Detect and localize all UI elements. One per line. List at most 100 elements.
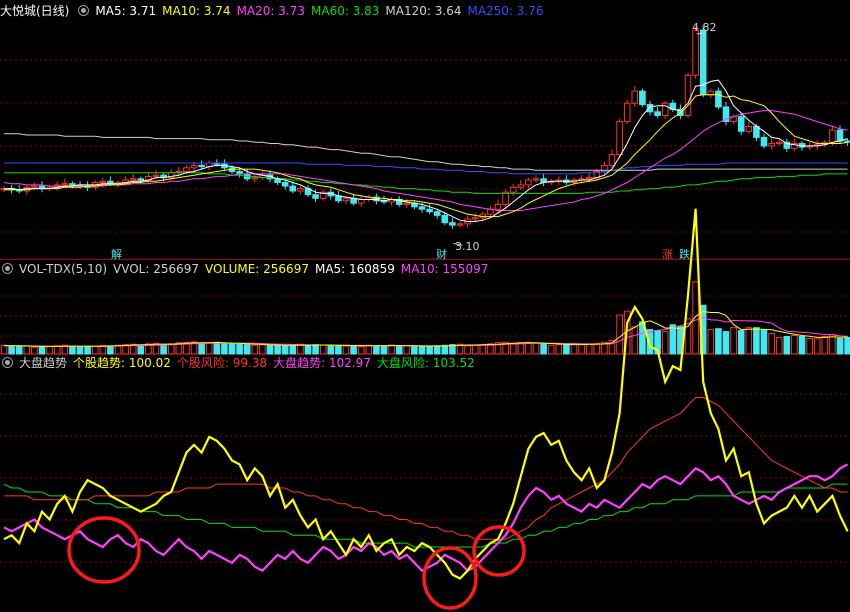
candle-body xyxy=(441,214,449,224)
event-marker-die[interactable]: 跌 xyxy=(679,246,690,262)
volume-bar xyxy=(137,344,145,355)
volume-bar xyxy=(753,327,760,355)
settings-dot-icon[interactable] xyxy=(78,5,90,16)
event-marker-jie[interactable]: 解 xyxy=(111,246,122,262)
volume-bar xyxy=(730,327,737,355)
volume-bar xyxy=(806,337,813,355)
volume-label: VOLUME: 256697 xyxy=(205,262,309,276)
volume-bar xyxy=(585,343,593,355)
volume-bar xyxy=(53,345,61,355)
volume-bar xyxy=(198,342,205,355)
high-price-label: 4.82 xyxy=(692,21,717,34)
volume-bar xyxy=(0,344,8,355)
candle-body xyxy=(494,203,502,210)
candle-body xyxy=(342,197,350,202)
volume-bar xyxy=(692,281,699,355)
candle-body xyxy=(61,183,69,186)
ma20-label: MA20: 3.73 xyxy=(236,4,305,18)
market-trend-line xyxy=(3,463,849,573)
ma250-label: MA250: 3.76 xyxy=(467,4,544,18)
volume-bar xyxy=(479,344,487,355)
candle-body xyxy=(631,90,639,104)
volume-bar xyxy=(836,337,844,355)
volume-bar xyxy=(844,336,850,355)
volume-bar xyxy=(99,344,107,355)
volume-bar xyxy=(768,333,775,355)
volume-bar xyxy=(540,343,547,355)
volume-bar xyxy=(297,343,304,355)
settings-dot-icon[interactable] xyxy=(2,263,13,274)
volume-bar xyxy=(107,345,114,355)
volume-bar xyxy=(563,344,570,355)
volume-bar xyxy=(775,336,783,355)
candle-body xyxy=(684,74,692,116)
ma120-line xyxy=(4,133,848,171)
candle-body xyxy=(99,180,107,183)
volume-bar xyxy=(160,344,167,355)
volume-bar xyxy=(91,345,99,355)
candle-body xyxy=(768,142,775,147)
volume-bar xyxy=(555,344,563,355)
stock-risk-label: 个股风险: 99.38 xyxy=(176,356,268,370)
volume-bar xyxy=(31,346,38,355)
volume-bar xyxy=(357,346,365,355)
candle-body xyxy=(198,164,205,168)
volume-bar xyxy=(342,345,350,355)
candle-body xyxy=(129,178,137,181)
candle-body xyxy=(616,121,623,155)
settings-dot-icon[interactable] xyxy=(2,357,13,368)
volume-bar xyxy=(259,344,266,355)
volume-bar xyxy=(205,342,213,355)
price-panel-header: 大悦城(日线) MA5: 3.71 MA10: 3.74 MA20: 3.73 MA60… xyxy=(0,3,550,19)
volume-bar xyxy=(661,331,669,355)
volume-bar xyxy=(593,342,601,355)
volume-bar xyxy=(813,338,821,355)
volume-bar xyxy=(471,344,479,355)
volume-bar xyxy=(274,344,281,355)
candle-body xyxy=(418,206,426,210)
volume-bar xyxy=(426,345,433,355)
volume-bar xyxy=(236,343,243,355)
candle-body xyxy=(433,211,441,216)
stock-trend-label: 个股趋势: 100.02 xyxy=(73,356,171,370)
candle-body xyxy=(137,178,145,181)
volume-bar xyxy=(251,344,259,355)
market-trend-label: 大盘趋势: 102.97 xyxy=(273,356,371,370)
volume-bar xyxy=(532,342,540,355)
vvol-label: VVOL: 256697 xyxy=(113,262,200,276)
volume-bar xyxy=(464,345,471,355)
volume-bar xyxy=(304,345,312,355)
ma20-line xyxy=(3,110,848,211)
highlight-circle-1 xyxy=(67,516,141,584)
candle-body xyxy=(502,191,509,205)
event-marker-cai[interactable]: 财 xyxy=(436,246,447,262)
ma60-label: MA60: 3.83 xyxy=(311,4,380,18)
volume-bar xyxy=(46,346,53,355)
market-risk-label: 大盘风险: 103.52 xyxy=(376,356,475,370)
volume-bar xyxy=(289,344,297,355)
volume-bar xyxy=(411,345,418,355)
volume-bar xyxy=(441,344,449,355)
candle-body xyxy=(312,194,319,199)
volume-bar xyxy=(388,344,395,355)
ma10-line xyxy=(4,94,848,218)
candle-body xyxy=(836,129,844,142)
volume-bar xyxy=(578,343,585,355)
candle-body xyxy=(31,185,38,188)
candle-body xyxy=(357,199,365,204)
trend-panel-header: 大盘趋势 个股趋势: 100.02 个股风险: 99.38 大盘趋势: 102.97 大… xyxy=(0,355,481,371)
candle-body xyxy=(654,111,661,116)
stock-title: 大悦城(日线) xyxy=(0,4,70,18)
candle-body xyxy=(608,153,616,166)
volume-bar xyxy=(722,331,730,355)
volume-bar xyxy=(821,335,829,355)
vol-ma10-label: MA10: 155097 xyxy=(400,262,489,276)
volume-bar xyxy=(335,344,342,355)
volume-bar xyxy=(365,344,373,355)
candle-body xyxy=(646,103,654,113)
stock-chart xyxy=(0,25,850,610)
event-marker-zhang[interactable]: 涨 xyxy=(662,246,673,262)
volume-bar xyxy=(760,329,768,355)
volume-bar xyxy=(509,342,517,355)
volume-bar xyxy=(69,345,76,355)
